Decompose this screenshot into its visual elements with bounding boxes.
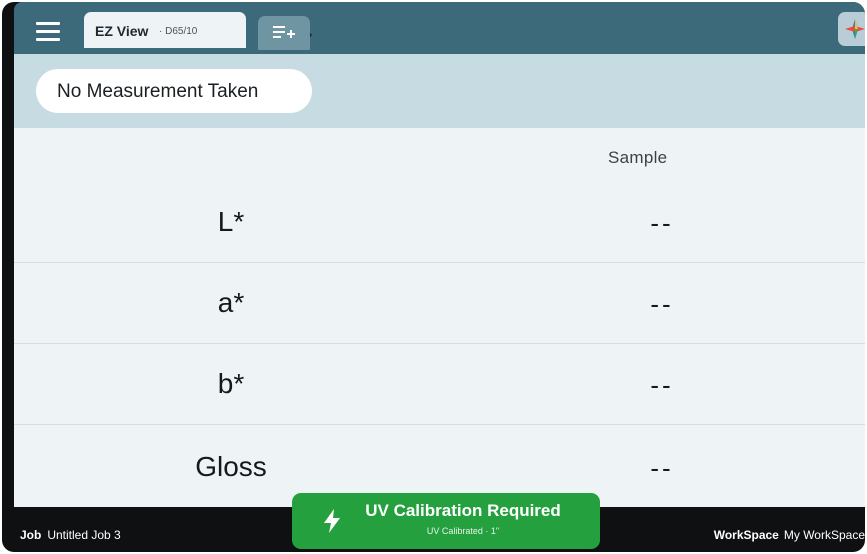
- top-toolbar: EZ View · D65/10: [14, 2, 865, 54]
- row-label: L*: [217, 206, 245, 237]
- measurement-status-text: No Measurement Taken: [57, 81, 259, 102]
- workspace-indicator[interactable]: WorkSpace My WorkSpace: [714, 528, 865, 542]
- row-value: --: [650, 289, 674, 319]
- row-value: --: [650, 453, 674, 483]
- add-list-icon: [273, 26, 295, 38]
- add-view-button[interactable]: [258, 16, 310, 50]
- uv-calibration-title: UV Calibration Required: [365, 501, 561, 520]
- uv-calibration-subtitle: UV Calibrated · 1": [426, 526, 500, 536]
- view-tab-illuminant: · D65/10: [159, 26, 198, 37]
- app-logo-icon: [845, 19, 865, 39]
- row-label: Gloss: [195, 451, 267, 482]
- table-row: b* --: [14, 344, 865, 425]
- app-window: EZ View · D65/10 No Measurement Taken Sa…: [2, 2, 865, 552]
- measurement-panel: No Measurement Taken Sample L* -- a* -- …: [14, 54, 865, 507]
- job-label: Job: [20, 528, 42, 542]
- table-row: L* --: [14, 182, 865, 263]
- job-name: Untitled Job 3: [47, 528, 121, 542]
- menu-button[interactable]: [36, 22, 62, 42]
- row-value: --: [650, 208, 674, 238]
- measurement-status-badge: No Measurement Taken: [36, 69, 312, 113]
- status-strip: No Measurement Taken: [14, 54, 865, 128]
- view-tab-title: EZ View: [95, 23, 149, 39]
- job-indicator[interactable]: Job Untitled Job 3: [20, 528, 121, 542]
- row-value: --: [650, 370, 674, 400]
- workspace-name: My WorkSpace: [783, 528, 865, 542]
- uv-calibration-button[interactable]: UV Calibration Required UV Calibrated · …: [292, 493, 600, 549]
- view-tab-ez-view[interactable]: EZ View · D65/10: [84, 12, 312, 48]
- workspace-label: WorkSpace: [713, 528, 779, 542]
- table-row: a* --: [14, 263, 865, 344]
- hamburger-line: [36, 38, 60, 41]
- row-label: a*: [217, 287, 245, 318]
- app-logo-button[interactable]: [838, 12, 865, 46]
- hamburger-line: [36, 30, 60, 33]
- column-header-sample: Sample: [608, 148, 668, 167]
- hamburger-menu-icon: [36, 22, 60, 25]
- row-label: b*: [217, 368, 245, 399]
